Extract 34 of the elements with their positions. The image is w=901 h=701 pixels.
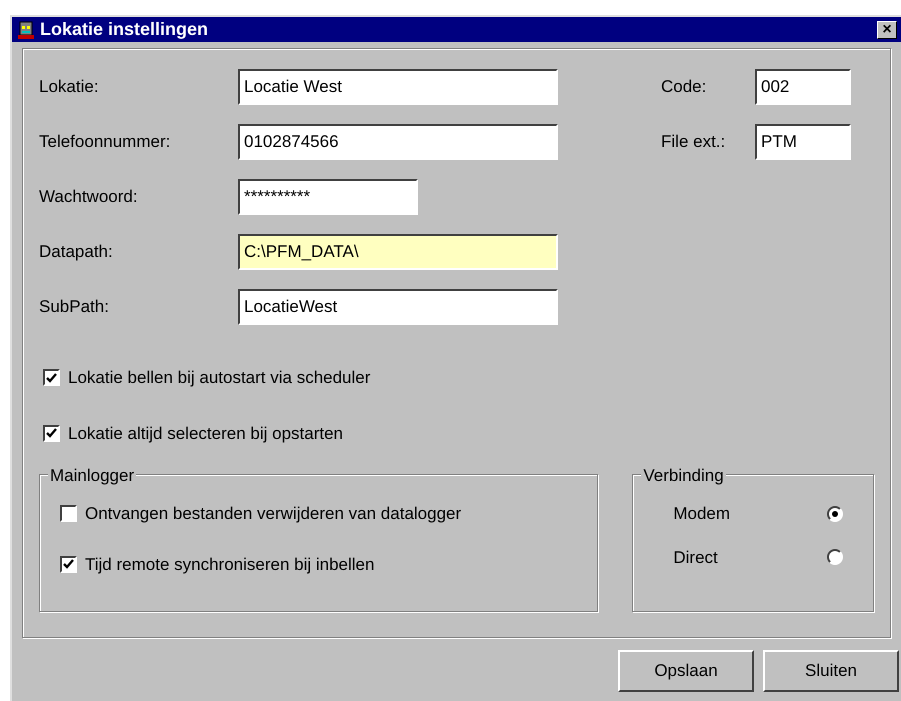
checkbox[interactable] bbox=[43, 369, 60, 386]
check-icon bbox=[63, 559, 74, 570]
check-icon bbox=[46, 428, 57, 438]
input-field[interactable]: C:\PFM_DATA\ bbox=[238, 234, 558, 270]
field-label: SubPath: bbox=[39, 296, 110, 318]
radio-label: Modem bbox=[673, 503, 730, 525]
input-field[interactable]: LocatieWest bbox=[238, 289, 558, 325]
close-button[interactable]: × bbox=[877, 20, 897, 38]
field-label: Lokatie: bbox=[39, 76, 100, 98]
input-field[interactable]: Locatie West bbox=[238, 69, 558, 105]
input-field[interactable]: 0102874566 bbox=[238, 124, 558, 160]
radio-button[interactable] bbox=[827, 549, 843, 566]
checkbox[interactable] bbox=[60, 556, 77, 573]
app-icon bbox=[16, 20, 36, 40]
checkbox-label: Lokatie bellen bij autostart via scheduler bbox=[68, 367, 370, 389]
radio-label: Direct bbox=[673, 546, 718, 568]
field-label: Datapath: bbox=[39, 241, 114, 264]
input-field[interactable]: ********** bbox=[238, 179, 418, 215]
check-icon bbox=[46, 372, 57, 383]
checkbox[interactable] bbox=[43, 424, 60, 442]
checkbox-label: Lokatie altijd selecteren bij opstarten bbox=[68, 422, 343, 444]
field-label: Telefoonnummer: bbox=[39, 131, 172, 154]
dialog-button[interactable]: Opslaan bbox=[618, 650, 754, 692]
input-field[interactable]: PTM bbox=[755, 124, 851, 160]
field-label: Wachtwoord: bbox=[39, 186, 139, 208]
window-title: Lokatie instellingen bbox=[40, 18, 210, 41]
dialog-button[interactable]: Sluiten bbox=[763, 650, 899, 692]
checkbox-label: Tijd remote synchroniseren bij inbellen bbox=[85, 554, 374, 576]
field-label: Code: bbox=[661, 76, 708, 98]
checkbox[interactable] bbox=[60, 505, 77, 522]
input-field[interactable]: 002 bbox=[755, 69, 851, 105]
field-label: File ext.: bbox=[661, 131, 726, 154]
radio-button[interactable] bbox=[827, 506, 843, 522]
checkbox-label: Ontvangen bestanden verwijderen van datalogger bbox=[85, 503, 462, 525]
